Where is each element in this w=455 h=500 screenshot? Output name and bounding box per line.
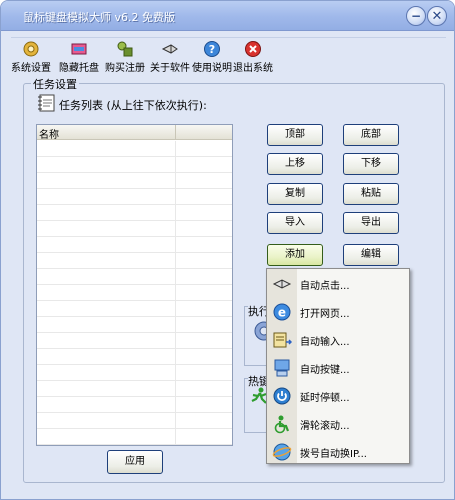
app-window: 鼠标键盘模拟大师 v6.2 免费版 − ✕ 系统设置 隐藏托盘 购买注册 关于软…: [0, 0, 455, 500]
gear-icon: [23, 41, 39, 57]
minimize-icon: −: [410, 9, 422, 23]
mouse-icon: [272, 279, 292, 289]
task-list-label: 任务列表 (从上往下依次执行):: [59, 99, 207, 112]
table-row[interactable]: [37, 237, 232, 253]
menu-item-open-webpage[interactable]: e 打开网页...: [267, 299, 409, 325]
menu-item-auto-click[interactable]: 自动点击...: [267, 271, 409, 297]
menu-label: 使用说明: [192, 63, 232, 74]
title-bar[interactable]: 鼠标键盘模拟大师 v6.2 免费版 − ✕: [1, 1, 454, 31]
table-row[interactable]: [37, 141, 232, 157]
table-row[interactable]: [37, 269, 232, 285]
list-header: 名称: [37, 125, 232, 141]
table-row[interactable]: [37, 413, 232, 429]
menu-hide-tray[interactable]: 隐藏托盘: [59, 40, 99, 74]
menu-item-label: 自动点击...: [300, 281, 350, 292]
move-up-button[interactable]: 上移: [267, 153, 323, 175]
menu-system-settings[interactable]: 系统设置: [11, 40, 51, 74]
export-button[interactable]: 导出: [343, 212, 399, 234]
import-button[interactable]: 导入: [267, 212, 323, 234]
table-row[interactable]: [37, 189, 232, 205]
menu-item-auto-keypress[interactable]: 自动按键...: [267, 355, 409, 381]
window-title: 鼠标键盘模拟大师 v6.2 免费版: [23, 11, 175, 24]
copy-button[interactable]: 复制: [267, 183, 323, 205]
power-icon: [273, 387, 291, 405]
menu-item-dialup-change-ip[interactable]: 拨号自动换IP...: [267, 439, 409, 465]
task-list[interactable]: 名称: [36, 124, 233, 446]
table-row[interactable]: [37, 173, 232, 189]
table-row[interactable]: [37, 317, 232, 333]
table-row[interactable]: [37, 253, 232, 269]
notebook-icon: [38, 94, 55, 112]
mouse-pointer-icon: [161, 44, 178, 54]
exit-icon: [245, 41, 261, 57]
close-icon: ✕: [431, 8, 443, 24]
paste-button[interactable]: 粘贴: [343, 183, 399, 205]
menu-label: 退出系统: [233, 63, 273, 74]
gear-partial-icon: [254, 321, 266, 341]
menu-buy-register[interactable]: 购买注册: [105, 40, 145, 74]
menu-item-label: 延时停顿...: [300, 393, 350, 404]
menu-about[interactable]: 关于软件: [149, 40, 191, 74]
svg-text:?: ?: [209, 43, 215, 56]
menu-help[interactable]: ? 使用说明: [192, 40, 232, 74]
keyboard-input-icon: [273, 332, 292, 348]
column-header-name[interactable]: 名称: [39, 126, 59, 141]
menu-exit[interactable]: 退出系统: [233, 40, 273, 74]
toolbar: 系统设置 隐藏托盘 购买注册 关于软件 ? 使用说明 退出系统: [11, 37, 446, 74]
minimize-button[interactable]: −: [406, 6, 426, 26]
menu-item-label: 自动按键...: [300, 365, 350, 376]
add-button[interactable]: 添加: [267, 244, 323, 266]
wheel-scroll-icon: [274, 415, 290, 434]
key-press-icon: [274, 359, 290, 377]
hide-tray-icon: [71, 43, 87, 55]
menu-label: 关于软件: [150, 63, 190, 74]
menu-item-wheel-scroll[interactable]: 滑轮滚动...: [267, 411, 409, 437]
table-row[interactable]: [37, 365, 232, 381]
menu-label: 隐藏托盘: [59, 63, 99, 74]
table-row[interactable]: [37, 157, 232, 173]
edit-button[interactable]: 编辑: [343, 244, 399, 266]
close-button[interactable]: ✕: [427, 6, 447, 26]
help-icon: ?: [204, 41, 220, 57]
menu-label: 购买注册: [105, 63, 145, 74]
table-row[interactable]: [37, 429, 232, 445]
table-row[interactable]: [37, 349, 232, 365]
menu-label: 系统设置: [11, 63, 51, 74]
svg-text:e: e: [278, 306, 286, 320]
menu-item-label: 滑轮滚动...: [300, 421, 350, 432]
menu-item-label: 打开网页...: [300, 309, 350, 320]
register-icon: [117, 41, 133, 57]
move-top-button[interactable]: 顶部: [267, 124, 323, 146]
table-row[interactable]: [37, 333, 232, 349]
menu-item-label: 自动输入...: [300, 337, 350, 348]
menu-item-label: 拨号自动换IP...: [300, 449, 367, 460]
group-title: 任务设置: [31, 76, 79, 92]
table-row[interactable]: [37, 381, 232, 397]
table-row[interactable]: [37, 221, 232, 237]
menu-item-auto-input[interactable]: 自动输入...: [267, 327, 409, 353]
table-row[interactable]: [37, 397, 232, 413]
dialup-icon: [272, 443, 292, 461]
apply-button[interactable]: 应用: [107, 450, 163, 474]
table-row[interactable]: [37, 205, 232, 221]
table-row[interactable]: [37, 285, 232, 301]
add-action-menu: 自动点击... e 打开网页... 自动输入... 自动按键... 延时停顿..…: [266, 268, 410, 464]
move-bottom-button[interactable]: 底部: [343, 124, 399, 146]
menu-item-delay-pause[interactable]: 延时停顿...: [267, 383, 409, 409]
table-row[interactable]: [37, 301, 232, 317]
browser-icon: e: [273, 303, 291, 321]
move-down-button[interactable]: 下移: [343, 153, 399, 175]
